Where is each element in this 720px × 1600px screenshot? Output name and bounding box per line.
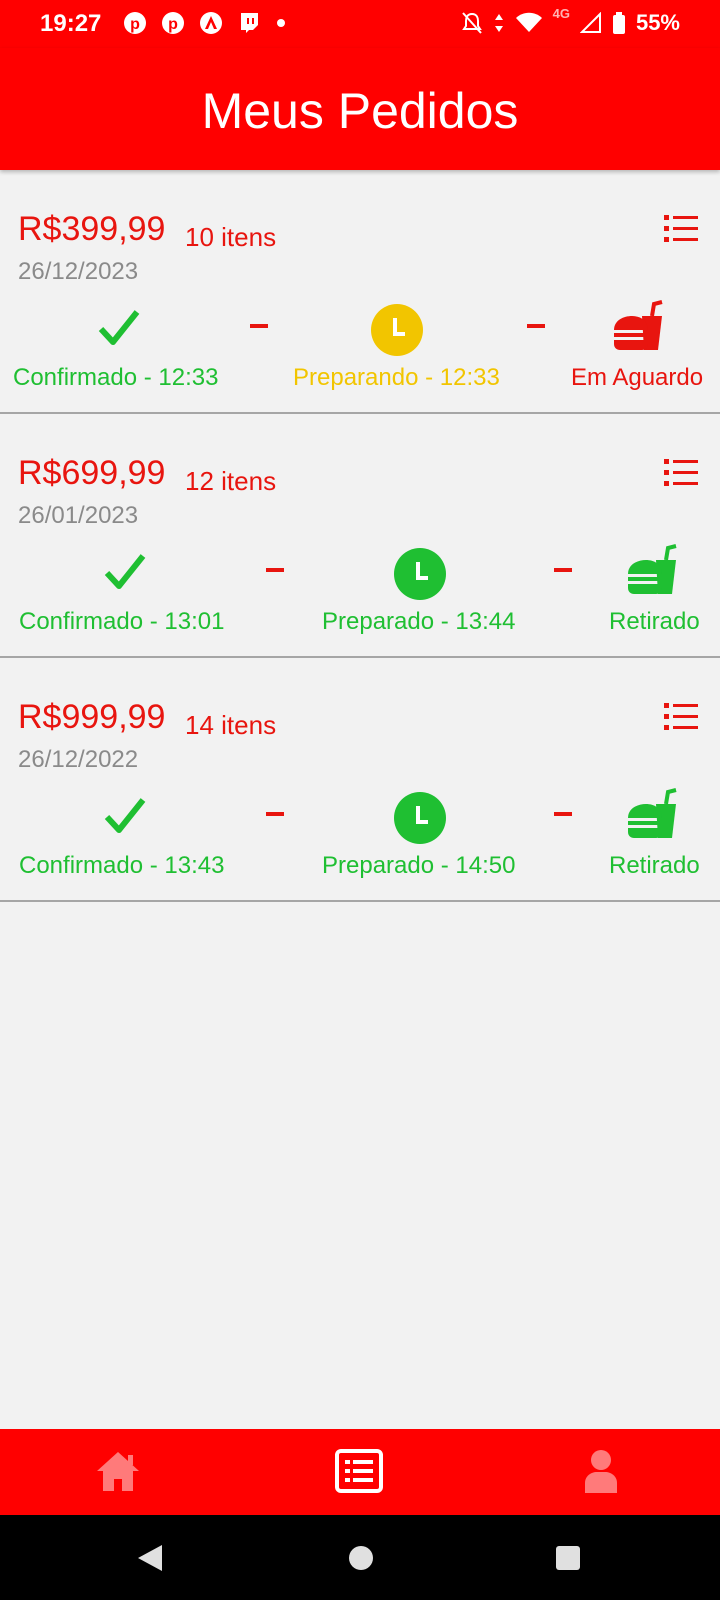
page-title: Meus Pedidos <box>201 83 519 139</box>
order-item-count: 10 itens <box>185 222 277 252</box>
home-circle-icon[interactable] <box>347 1543 375 1573</box>
svg-text:p: p <box>130 16 140 33</box>
order-details-button[interactable] <box>664 456 698 490</box>
status-bar: 19:27 p p 4G 55% <box>0 0 720 48</box>
order-details-button[interactable] <box>664 212 698 246</box>
recents-icon[interactable] <box>554 1543 582 1573</box>
step-label-pickup: Em Aguardo <box>571 364 704 391</box>
step-label-preparing: Preparando - 12:33 <box>293 364 500 391</box>
order-card[interactable]: R$699,99 12 itens 26/01/2023 Confirmado … <box>0 414 720 658</box>
status-right: 4G 55% <box>461 6 680 36</box>
order-date: 26/01/2023 <box>18 502 139 529</box>
step-separator <box>554 568 572 572</box>
arch-app-icon <box>200 12 222 34</box>
notification-icons: p p <box>122 10 288 36</box>
order-details-button[interactable] <box>664 700 698 734</box>
step-label-prepared: Preparado - 13:44 <box>322 608 516 635</box>
clock-icon <box>394 792 446 844</box>
order-date: 26/12/2022 <box>18 746 139 773</box>
step-label-picked-up: Retirado <box>609 608 700 635</box>
nav-profile-button[interactable] <box>583 1449 633 1499</box>
step-separator <box>266 812 284 816</box>
user-icon <box>585 1450 617 1493</box>
order-price: R$999,99 <box>18 698 166 736</box>
nav-orders-button[interactable] <box>335 1449 385 1499</box>
signal-icon <box>579 12 601 33</box>
status-time: 19:27 <box>40 10 102 37</box>
clock-icon <box>371 304 423 356</box>
dot-icon <box>277 19 285 27</box>
check-icon <box>104 798 146 833</box>
notifications-off-icon <box>461 12 482 34</box>
step-label-confirmed: Confirmado - 13:01 <box>19 608 225 635</box>
battery-icon <box>612 12 625 34</box>
pinterest-icon: p <box>124 12 146 34</box>
back-icon[interactable] <box>136 1543 164 1573</box>
network-type: 4G <box>552 5 570 21</box>
twitch-icon <box>241 13 258 33</box>
pinterest-icon: p <box>162 12 184 34</box>
home-icon <box>97 1452 139 1491</box>
app-header: Meus Pedidos <box>0 48 720 170</box>
order-card[interactable]: R$399,99 10 itens 26/12/2023 Confirmado … <box>0 170 720 414</box>
order-item-count: 14 itens <box>185 710 277 740</box>
data-arrows-icon <box>494 14 503 32</box>
order-card[interactable]: R$999,99 14 itens 26/12/2022 Confirmado … <box>0 658 720 902</box>
wifi-icon <box>515 12 542 32</box>
order-price: R$399,99 <box>18 210 166 248</box>
list-icon <box>335 1449 383 1493</box>
fast-food-icon <box>614 300 663 350</box>
order-list: R$399,99 10 itens 26/12/2023 Confirmado … <box>0 170 720 902</box>
svg-text:p: p <box>168 16 178 33</box>
step-label-picked-up: Retirado <box>609 852 700 879</box>
nav-home-button[interactable] <box>95 1449 145 1499</box>
check-icon <box>104 554 146 589</box>
step-separator <box>250 324 268 328</box>
step-label-confirmed: Confirmado - 12:33 <box>13 364 219 391</box>
step-separator <box>527 324 545 328</box>
order-price: R$699,99 <box>18 454 166 492</box>
system-nav-bar <box>0 1515 720 1600</box>
check-icon <box>98 310 140 345</box>
order-date: 26/12/2023 <box>18 258 139 285</box>
clock-icon <box>394 548 446 600</box>
fast-food-icon <box>628 544 677 594</box>
step-separator <box>554 812 572 816</box>
fast-food-icon <box>628 788 677 838</box>
bottom-nav <box>0 1429 720 1515</box>
step-label-prepared: Preparado - 14:50 <box>322 852 516 879</box>
order-item-count: 12 itens <box>185 466 277 496</box>
step-label-confirmed: Confirmado - 13:43 <box>19 852 225 879</box>
step-separator <box>266 568 284 572</box>
battery-level: 55% <box>635 10 680 35</box>
